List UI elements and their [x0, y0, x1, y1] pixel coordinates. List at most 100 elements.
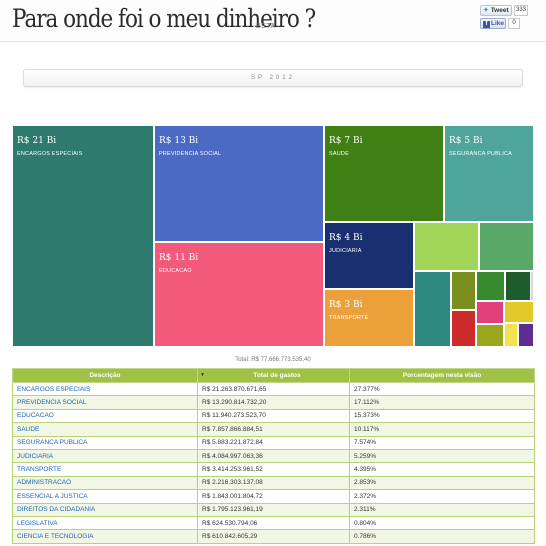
table-row: SAUDE R$ 7.857.866.884,51 10.117% — [12, 422, 535, 437]
column-header-total[interactable]: ▼ Total de gastos — [197, 368, 350, 383]
tile-category: TRANSPORTE — [329, 315, 369, 321]
treemap-tile-previdencia-social[interactable]: R$ 13 Bi PREVIDENCIA SOCIAL — [154, 125, 324, 242]
cell-porcentagem: 7.574% — [349, 435, 535, 450]
cell-total: R$ 13.290.814.732,20 — [197, 395, 350, 410]
tile-value: R$ 7 Bi — [329, 136, 363, 146]
table-body: ENCARGOS ESPECIAIS R$ 21.263.870.671,65 27… — [12, 381, 535, 544]
cell-descricao[interactable]: LEGISLATIVA — [12, 515, 198, 531]
table-row: ENCARGOS ESPECIAIS R$ 21.263.870.671,65 27… — [12, 381, 535, 397]
treemap-tile-educacao[interactable]: R$ 11 Bi EDUCACAO — [154, 242, 324, 347]
cell-total: R$ 4.084.997.063,36 — [197, 448, 350, 464]
cell-total: R$ 1.843.001.804,72 — [197, 489, 350, 504]
facebook-icon: f — [483, 21, 490, 28]
cell-descricao[interactable]: CIENCIA E TECNOLOGIA — [12, 529, 198, 544]
year-filter-bar[interactable]: SP 2012 — [23, 69, 523, 87]
treemap-tile[interactable] — [504, 323, 518, 347]
tile-value: R$ 11 Bi — [159, 253, 199, 263]
page: Para onde foi o meu dinheiro ? BETA ✦ Tw… — [0, 0, 546, 546]
tile-category: SAUDE — [329, 151, 349, 157]
treemap-tile[interactable] — [518, 323, 534, 347]
cell-porcentagem: 17.112% — [349, 395, 535, 410]
treemap-tile-seguranca-publica[interactable]: R$ 5 Bi SEGURANCA PUBLICA — [444, 125, 534, 222]
cell-porcentagem: 10.117% — [349, 422, 535, 437]
cell-descricao[interactable]: JUDICIARIA — [12, 448, 198, 464]
cell-total: R$ 21.263.870.671,65 — [197, 381, 350, 397]
treemap-tile[interactable] — [476, 271, 505, 301]
cell-descricao[interactable]: SAUDE — [12, 422, 198, 437]
treemap-tile[interactable] — [504, 301, 534, 323]
total-spending: Total: R$ 77.666.773.535,40 — [235, 357, 311, 363]
tile-value: R$ 4 Bi — [329, 233, 363, 243]
treemap-tile-encargos-especiais[interactable]: R$ 21 Bi ENCARGOS ESPECIAIS — [12, 125, 154, 347]
treemap-tile-transporte[interactable]: R$ 3 Bi TRANSPORTE — [324, 289, 414, 347]
tile-category: ENCARGOS ESPECIAIS — [17, 151, 83, 157]
column-header-descricao[interactable]: Descrição — [12, 368, 198, 383]
cell-descricao[interactable]: EDUCACAO — [12, 408, 198, 424]
tile-category: EDUCACAO — [159, 268, 192, 274]
table-row: EDUCACAO R$ 11.940.273.523,70 15.373% — [12, 408, 535, 424]
table-row: DIREITOS DA CIDADANIA R$ 1.795.123.961,19… — [12, 502, 535, 517]
treemap-tile[interactable] — [530, 271, 534, 301]
tile-value: R$ 3 Bi — [329, 300, 363, 310]
tile-value: R$ 13 Bi — [159, 136, 199, 146]
treemap-tile[interactable] — [451, 271, 476, 310]
tile-value: R$ 5 Bi — [449, 136, 483, 146]
spending-table: Descrição ▼ Total de gastos Porcentagem n… — [12, 368, 535, 544]
cell-total: R$ 3.414.253.961,52 — [197, 462, 350, 477]
cell-descricao[interactable]: TRANSPORTE — [12, 462, 198, 477]
table-row: TRANSPORTE R$ 3.414.253.961,52 4.395% — [12, 462, 535, 477]
table-row: CIENCIA E TECNOLOGIA R$ 610.842.605,29 0.7… — [12, 529, 535, 544]
cell-descricao[interactable]: DIREITOS DA CIDADANIA — [12, 502, 198, 517]
table-row: LEGISLATIVA R$ 624.530.794,06 0.804% — [12, 515, 535, 531]
cell-porcentagem: 0.786% — [349, 529, 535, 544]
treemap-tile-judiciaria[interactable]: R$ 4 Bi JUDICIARIA — [324, 222, 414, 289]
column-header-total-label: Total de gastos — [253, 372, 301, 379]
cell-total: R$ 610.842.605,29 — [197, 529, 350, 544]
table-header-row: Descrição ▼ Total de gastos Porcentagem n… — [12, 368, 535, 383]
sort-down-icon: ▼ — [200, 372, 205, 378]
cell-porcentagem: 2.311% — [349, 502, 535, 517]
cell-total: R$ 5.883.221.872,84 — [197, 435, 350, 450]
header: Para onde foi o meu dinheiro ? BETA ✦ Tw… — [0, 0, 546, 42]
cell-total: R$ 624.530.794,06 — [197, 515, 350, 531]
treemap-tile[interactable] — [451, 310, 476, 347]
like-button[interactable]: f Like — [480, 18, 506, 29]
cell-porcentagem: 0.804% — [349, 515, 535, 531]
cell-porcentagem: 2.853% — [349, 475, 535, 491]
cell-porcentagem: 2.372% — [349, 489, 535, 504]
like-count: 0 — [508, 18, 520, 29]
cell-descricao[interactable]: ENCARGOS ESPECIAIS — [12, 381, 198, 397]
cell-descricao[interactable]: SEGURANCA PUBLICA — [12, 435, 198, 450]
table-row: JUDICIARIA R$ 4.084.997.063,36 5.259% — [12, 448, 535, 464]
treemap-tile[interactable] — [414, 271, 451, 347]
tile-category: SEGURANCA PUBLICA — [449, 151, 513, 157]
column-header-porcentagem[interactable]: Porcentagem nesta visão — [349, 368, 535, 383]
cell-porcentagem: 4.395% — [349, 462, 535, 477]
cell-descricao[interactable]: ADMINISTRACAO — [12, 475, 198, 491]
treemap-tile[interactable] — [476, 324, 504, 347]
table-row: SEGURANCA PUBLICA R$ 5.883.221.872,84 7.57… — [12, 435, 535, 450]
twitter-bird-icon: ✦ — [483, 7, 489, 14]
tweet-button[interactable]: ✦ Tweet — [480, 5, 512, 16]
cell-descricao[interactable]: PREVIDENCIA SOCIAL — [12, 395, 198, 410]
spending-treemap: R$ 21 Bi ENCARGOS ESPECIAIS R$ 13 Bi PREVID… — [12, 125, 534, 347]
treemap-tile[interactable] — [476, 301, 504, 324]
cell-total: R$ 1.795.123.961,19 — [197, 502, 350, 517]
beta-badge: BETA — [256, 23, 276, 30]
table-row: ESSENCIAL A JUSTICA R$ 1.843.001.804,72 2.… — [12, 489, 535, 504]
cell-total: R$ 7.857.866.884,51 — [197, 422, 350, 437]
tile-category: JUDICIARIA — [329, 248, 362, 254]
tweet-label: Tweet — [490, 7, 509, 14]
cell-porcentagem: 5.259% — [349, 448, 535, 464]
cell-total: R$ 2.216.303.137,08 — [197, 475, 350, 491]
tile-category: PREVIDENCIA SOCIAL — [159, 151, 222, 157]
treemap-tile[interactable] — [479, 222, 534, 271]
table-row: PREVIDENCIA SOCIAL R$ 13.290.814.732,20 17… — [12, 395, 535, 410]
treemap-tile[interactable] — [414, 222, 479, 271]
cell-descricao[interactable]: ESSENCIAL A JUSTICA — [12, 489, 198, 504]
cell-total: R$ 11.940.273.523,70 — [197, 408, 350, 424]
table-row: ADMINISTRACAO R$ 2.216.303.137,08 2.853% — [12, 475, 535, 491]
tweet-count: 333 — [514, 5, 528, 16]
tile-value: R$ 21 Bi — [17, 136, 57, 146]
treemap-tile-saude[interactable]: R$ 7 Bi SAUDE — [324, 125, 444, 222]
